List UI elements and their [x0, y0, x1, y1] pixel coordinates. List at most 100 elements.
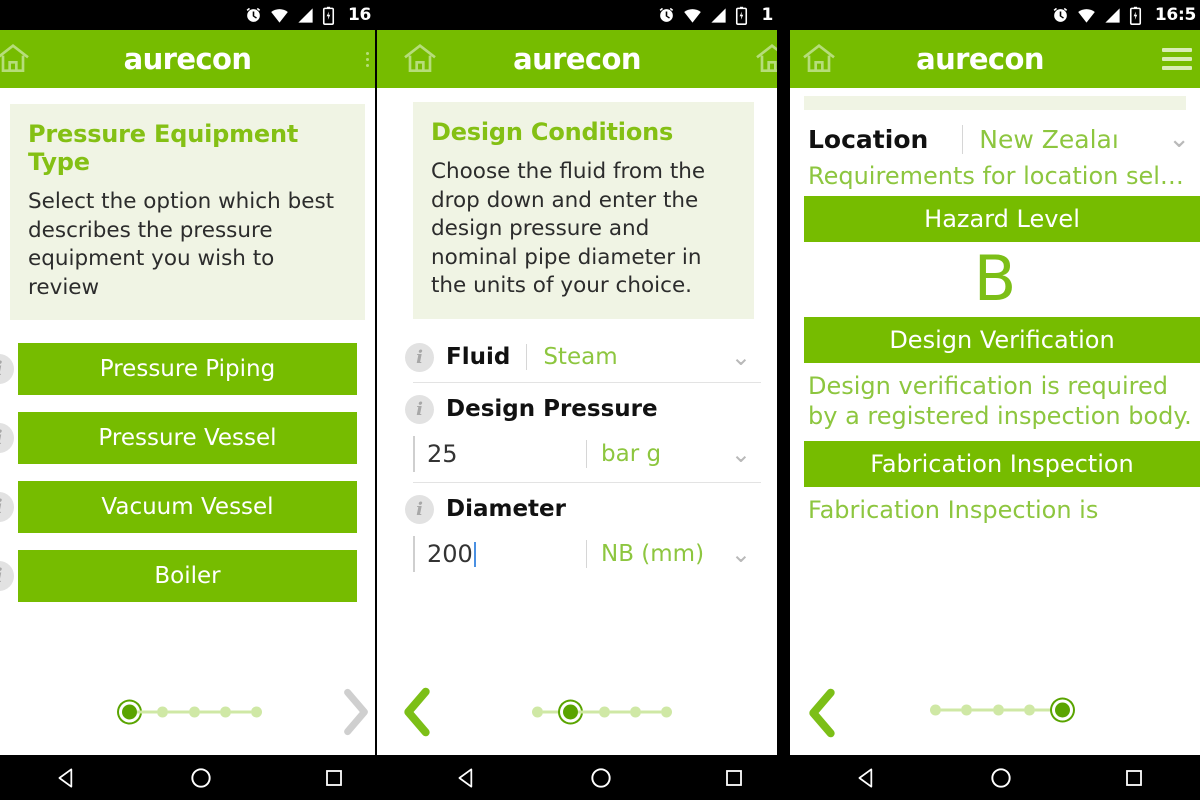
field-location[interactable]: Location New Zealaı ⌄ [790, 110, 1200, 162]
battery-icon [1129, 6, 1141, 25]
pager-dot[interactable] [219, 706, 231, 718]
field-label-location: Location [808, 124, 929, 154]
pager-line [578, 710, 599, 714]
status-bar-2: 1 [377, 0, 777, 30]
status-bar-1: 16 [0, 0, 375, 30]
app-bar-1: aurecon [0, 30, 375, 88]
pager-dot[interactable] [961, 704, 973, 716]
hazard-level-bar[interactable]: Hazard Level [804, 196, 1200, 242]
home-circle-icon[interactable] [988, 765, 1014, 791]
pager-dot[interactable] [661, 706, 672, 718]
pager-dots-3[interactable] [930, 702, 1070, 718]
button-vacuum-vessel[interactable]: Vacuum Vessel [18, 481, 357, 534]
button-pressure-vessel[interactable]: Pressure Vessel [18, 412, 357, 465]
prev-page-arrow[interactable] [804, 684, 840, 742]
prev-page-arrow[interactable] [399, 683, 435, 741]
recents-square-icon[interactable] [722, 766, 746, 790]
back-triangle-icon[interactable] [854, 765, 880, 791]
pager-dot[interactable] [598, 706, 610, 718]
home-circle-icon[interactable] [188, 765, 214, 791]
wifi-icon [1078, 8, 1095, 23]
status-icons-1: 16 [244, 5, 371, 25]
battery-icon [322, 6, 334, 25]
alarm-icon [660, 7, 674, 22]
android-nav-segment-3 [800, 765, 1200, 791]
pager-dot[interactable] [629, 706, 641, 718]
panel-2-content: Design Conditions Choose the fluid from … [377, 88, 777, 755]
panel-1-content: Pressure Equipment Type Select the optio… [0, 88, 375, 755]
info-icon[interactable]: i [405, 494, 434, 524]
fabrication-inspection-text: Fabrication Inspection is [808, 496, 1099, 525]
button-boiler[interactable]: Boiler [18, 550, 357, 603]
pager-dot[interactable] [188, 706, 200, 718]
overflow-menu-icon[interactable] [366, 51, 369, 67]
android-nav-segment-1 [0, 765, 400, 791]
screenshot-root: 16 aurecon Pressure Equipment Type Selec… [0, 0, 1200, 800]
chevron-down-icon[interactable]: ⌄ [721, 440, 761, 468]
info-icon[interactable]: i [0, 492, 14, 523]
home-icon[interactable] [749, 39, 777, 79]
input-diameter-value: 200 [427, 539, 473, 568]
alarm-icon [1053, 7, 1068, 22]
pager-line [230, 710, 251, 714]
chevron-down-icon[interactable]: ⌄ [721, 540, 761, 568]
button-pressure-piping[interactable]: Pressure Piping [18, 343, 357, 396]
pager-line [137, 710, 158, 714]
info-icon[interactable]: i [0, 354, 14, 385]
design-verification-bar[interactable]: Design Verification [804, 317, 1200, 364]
field-value-fluid[interactable]: Steam [526, 344, 721, 371]
panel-3-content: Location New Zealaı ⌄ Requirements for l… [790, 96, 1200, 755]
back-triangle-icon[interactable] [54, 765, 80, 791]
chevron-down-icon[interactable]: ⌄ [721, 343, 761, 371]
info-icon[interactable]: i [405, 342, 434, 372]
card-title: Design Conditions [431, 118, 674, 146]
pager-dot[interactable] [930, 704, 941, 716]
chevron-down-icon[interactable]: ⌄ [1158, 124, 1200, 154]
next-page-arrow[interactable] [339, 684, 373, 740]
status-bar-3: 16:5 [790, 0, 1200, 30]
requirements-line: Requirements for location sel… [808, 162, 1184, 190]
pager-dot-active[interactable] [1055, 702, 1070, 718]
info-icon[interactable]: i [405, 394, 434, 424]
battery-icon [736, 6, 748, 25]
hamburger-menu-icon[interactable] [1162, 48, 1192, 70]
option-row-boiler: i Boiler [0, 550, 357, 603]
wifi-icon [684, 8, 702, 23]
design-verification-text: Design verification is required by a reg… [808, 372, 1192, 431]
field-value-location[interactable]: New Zealaı [962, 124, 1158, 154]
input-design-pressure[interactable]: 25 [413, 435, 586, 472]
fabrication-inspection-bar[interactable]: Fabrication Inspection [804, 441, 1200, 488]
pager-dot[interactable] [1023, 704, 1035, 716]
unit-value-diameter: NB (mm) [601, 540, 705, 567]
pager-line [609, 710, 630, 714]
unit-select-diameter[interactable]: NB (mm) ⌄ [586, 539, 761, 568]
phone-panel-2: 1 aurecon Design Conditions Choose the f… [377, 0, 777, 755]
recents-square-icon[interactable] [1122, 766, 1146, 790]
info-icon[interactable]: i [0, 561, 14, 592]
field-label-diameter: Diameter [446, 496, 566, 523]
signal-icon [711, 7, 727, 23]
input-diameter[interactable]: 200 [413, 535, 586, 572]
pager-line [941, 708, 962, 712]
pager-dot[interactable] [992, 704, 1004, 716]
info-icon[interactable]: i [0, 423, 14, 454]
android-nav-segment-2 [400, 765, 800, 791]
card-strip [804, 96, 1186, 110]
recents-square-icon[interactable] [322, 766, 346, 790]
pager-dot[interactable] [157, 706, 169, 718]
pager-dots-1[interactable] [122, 704, 262, 720]
pager-dots-2[interactable] [532, 704, 672, 720]
clock-1: 16 [347, 5, 371, 25]
clock-2: 1 [761, 5, 773, 25]
pager-dot-active[interactable] [563, 704, 579, 720]
pager-dot[interactable] [532, 706, 543, 718]
home-circle-icon[interactable] [588, 765, 614, 791]
info-card-design-conditions: Design Conditions Choose the fluid from … [413, 102, 754, 319]
pager-dot[interactable] [251, 706, 262, 718]
field-fluid[interactable]: i Fluid Steam ⌄ [405, 331, 761, 383]
pager-dot-active[interactable] [122, 704, 137, 720]
back-triangle-icon[interactable] [454, 765, 480, 791]
unit-value-design-pressure: bar g [601, 440, 662, 467]
unit-select-design-pressure[interactable]: bar g ⌄ [586, 439, 761, 468]
field-diameter: i Diameter 200 NB (mm) ⌄ [405, 483, 761, 582]
